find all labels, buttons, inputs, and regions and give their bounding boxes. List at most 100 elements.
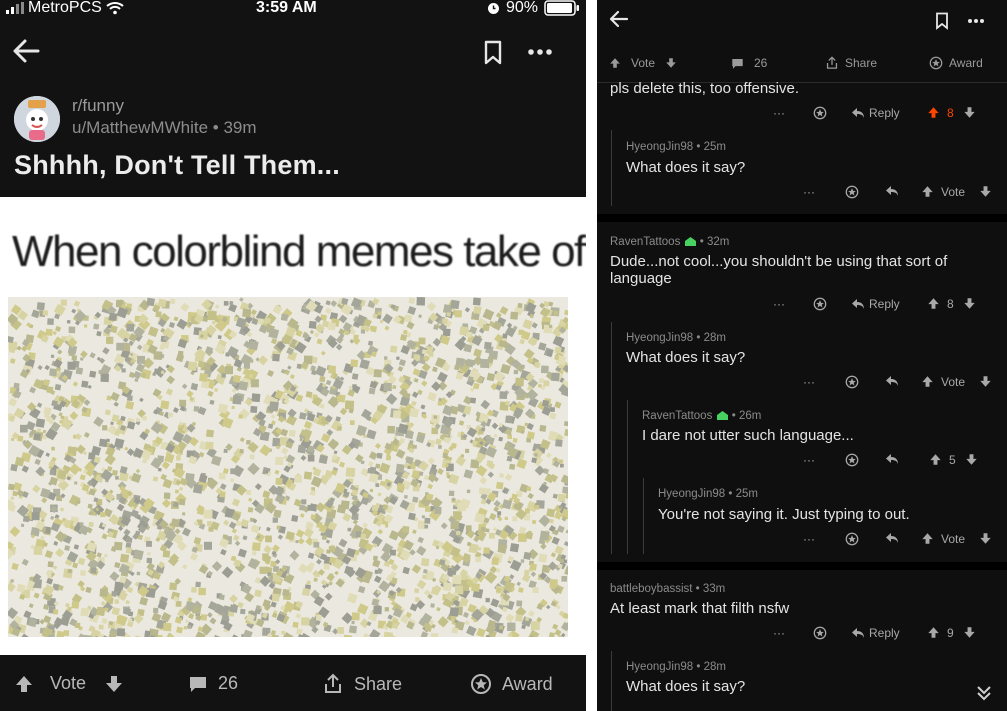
comment-author[interactable]: HyeongJin98 [626,141,693,153]
dot-pattern [8,297,568,637]
back-arrow-icon[interactable] [609,10,629,28]
clock: 3:59 AM [256,0,317,16]
mod-badge-icon [684,236,697,247]
downvote-arrow-icon[interactable] [963,297,976,310]
award-icon[interactable] [845,375,859,389]
comment-author[interactable]: HyeongJin98 [626,332,693,344]
more-icon[interactable]: ··· [803,453,815,467]
vote-label: Vote [631,56,656,70]
reply-arrow-icon [852,108,864,118]
comment-author[interactable]: HyeongJin98 [626,661,693,673]
comment-author[interactable]: HyeongJin98 [658,488,725,500]
subreddit-avatar[interactable] [14,96,60,142]
upvote-arrow-icon[interactable] [927,106,940,119]
more-icon[interactable]: ··· [773,106,785,120]
comment-meta: RavenTattoos • 26m [642,410,762,422]
back-arrow-icon[interactable] [12,38,40,64]
award-icon[interactable] [845,453,859,467]
comments-button[interactable]: 26 [731,54,767,72]
reply-arrow-icon[interactable] [885,453,899,465]
downvote-arrow-icon[interactable] [979,375,992,388]
comment-text: Dude...not cool...you shouldn't be using… [610,253,948,287]
bookmark-icon[interactable] [935,12,949,30]
vote-label: Vote [50,673,87,693]
comment-text: I dare not utter such language... [642,427,854,444]
more-options-icon[interactable] [527,48,553,56]
award-label: Award [502,673,553,694]
award-icon[interactable] [813,626,827,640]
award-button[interactable]: Award [470,673,553,695]
comment-actions: ··· Vote [797,185,997,201]
award-icon[interactable] [845,185,859,199]
upvote-arrow-icon[interactable] [14,674,34,694]
comment-text: What does it say? [626,159,746,176]
reply-button[interactable]: Reply [851,106,900,120]
post-title: Shhhh, Don't Tell Them... [14,150,340,180]
bookmark-icon[interactable] [483,40,503,66]
comment-author[interactable]: battleboybassist [610,583,692,595]
upvote-arrow-icon[interactable] [921,185,934,198]
downvote-arrow-icon[interactable] [979,185,992,198]
award-button[interactable]: Award [929,54,983,72]
award-icon[interactable] [813,106,827,120]
comment-author[interactable]: RavenTattoos [610,236,680,248]
post-author[interactable]: u/MatthewMWhite [72,118,208,137]
subreddit-name[interactable]: r/funny [72,96,124,116]
reply-button[interactable]: Reply [851,297,900,311]
award-icon [929,56,943,70]
more-options-icon[interactable] [967,18,985,24]
comment-meta: battleboybassist • 33m [610,583,726,595]
comment-actions: ··· Vote [797,375,997,391]
thread-line [611,651,612,711]
downvote-arrow-icon[interactable] [963,626,976,639]
comments-button[interactable]: 26 [188,673,238,694]
downvote-arrow-icon[interactable] [963,106,976,119]
award-icon[interactable] [813,297,827,311]
share-label: Share [845,56,878,70]
upvote-arrow-icon[interactable] [609,57,621,69]
meme-caption: When colorblind memes take off [12,227,586,276]
thread-divider [597,562,1007,570]
reply-arrow-icon [852,299,864,309]
comment-count: 26 [218,673,239,693]
upvote-arrow-icon[interactable] [929,453,942,466]
comment-author[interactable]: RavenTattoos [642,410,712,422]
upvote-arrow-icon[interactable] [921,532,934,545]
reply-button[interactable]: Reply [851,626,900,640]
comment-actions: ··· Reply 9 [767,626,997,642]
comment-age: 28m [703,661,726,673]
downvote-arrow-icon[interactable] [104,674,124,694]
share-button[interactable]: Share [825,54,877,72]
reply-arrow-icon[interactable] [885,532,899,544]
comment-score: 8 [947,106,954,120]
downvote-arrow-icon[interactable] [965,453,978,466]
vote-label: Vote [941,532,966,546]
reply-arrow-icon[interactable] [885,375,899,387]
post-image[interactable]: When colorblind memes take off [0,197,586,655]
reply-label: Reply [869,297,900,311]
upvote-arrow-icon[interactable] [927,626,940,639]
award-icon[interactable] [845,532,859,546]
comment-age: 25m [703,141,726,153]
comment-age: 26m [738,410,762,422]
more-icon[interactable]: ··· [803,532,815,546]
comment-age: 33m [702,583,726,595]
comment-meta: HyeongJin98 • 28m [626,661,726,673]
post-age: 39m [223,118,257,137]
status-bar: MetroPCS 3:59 AM 90% [0,0,586,18]
share-button[interactable]: Share [322,673,402,695]
upvote-arrow-icon[interactable] [921,375,934,388]
battery-status: 90% [487,0,580,17]
carrier-name: MetroPCS [28,0,102,16]
more-icon[interactable]: ··· [773,626,785,640]
more-icon[interactable]: ··· [803,375,815,389]
upvote-arrow-icon[interactable] [927,297,940,310]
downvote-arrow-icon[interactable] [665,57,677,69]
battery-icon [544,0,580,16]
comment-meta: HyeongJin98 • 25m [626,141,726,153]
collapse-thread-icon[interactable] [976,684,992,702]
more-icon[interactable]: ··· [773,297,785,311]
more-icon[interactable]: ··· [803,185,815,199]
reply-arrow-icon[interactable] [885,185,899,197]
downvote-arrow-icon[interactable] [979,532,992,545]
